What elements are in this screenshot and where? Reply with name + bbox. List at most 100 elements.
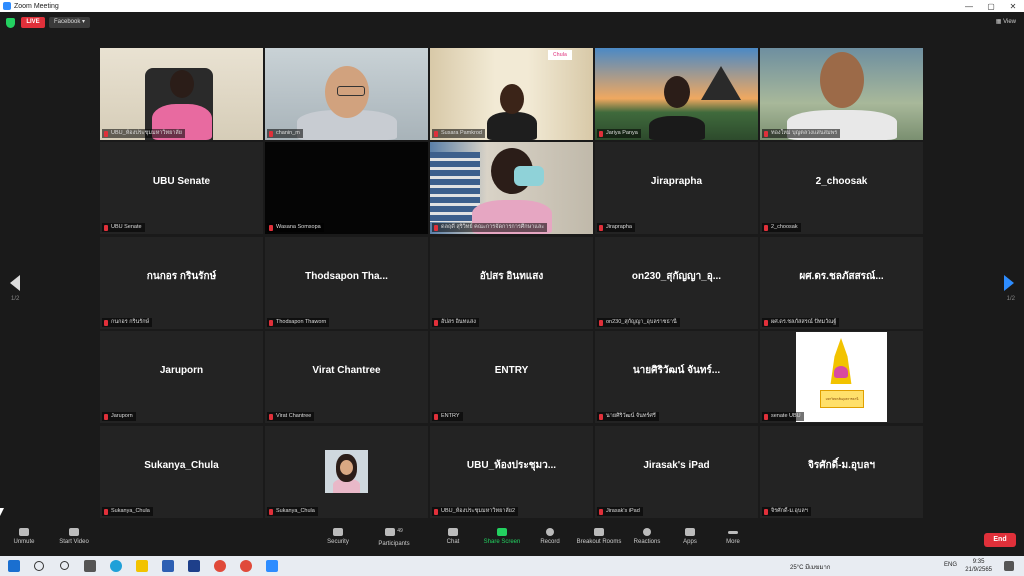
chat-bubble-icon — [448, 528, 458, 536]
smiley-icon — [643, 528, 651, 536]
participant-tile[interactable]: ENTRY ENTRY — [430, 331, 593, 423]
participant-tile[interactable]: Wasana Somsopa — [265, 142, 428, 234]
video-feed — [595, 48, 758, 140]
meeting-toolbar: Unmute Start Video Security 49 Participa… — [0, 524, 1024, 556]
record-button[interactable]: Record — [536, 528, 564, 545]
participant-name: อัปสร อินทแสง — [432, 318, 479, 327]
maximize-button[interactable]: ▢ — [980, 2, 1002, 11]
participant-display-name: Jirasak's iPad — [643, 459, 710, 471]
participant-display-name: ผศ.ดร.ชลภัสสรณ์... — [799, 270, 884, 282]
start-video-button[interactable]: Start Video — [56, 528, 92, 545]
security-button[interactable]: Security — [322, 528, 354, 545]
participant-display-name: ENTRY — [494, 364, 529, 376]
file-explorer-icon[interactable] — [136, 560, 148, 572]
participant-tile[interactable]: มหาวิทยาลัยอุบลราชธานี senate UBU — [760, 331, 923, 423]
shield-icon[interactable] — [6, 18, 15, 28]
participant-tile[interactable]: 2_choosak 2_choosak — [760, 142, 923, 234]
people-icon — [385, 528, 396, 536]
video-feed: Chula — [430, 48, 593, 140]
participant-tile[interactable]: ทองใหม่ บุญตลวงแสนสมพร — [760, 48, 923, 140]
participant-name: Jiraprapha — [597, 223, 635, 232]
participant-display-name: จิรศักดิ์-ม.อุบลฯ — [808, 459, 875, 471]
weather-widget[interactable]: 25°C มีเมฆมาก — [790, 562, 830, 572]
participant-tile[interactable]: จิรศักดิ์-ม.อุบลฯ จิรศักดิ์-ม.อุบลฯ — [760, 426, 923, 518]
profile-photo — [325, 450, 368, 493]
live-badge[interactable]: LIVE — [21, 17, 45, 28]
video-feed — [265, 48, 428, 140]
mouse-cursor-icon — [0, 508, 4, 516]
participant-name: Susara Pamkrod — [432, 129, 485, 138]
end-meeting-button[interactable]: End — [984, 533, 1016, 547]
participant-name: นายศิริวัฒน์ จันทร์ศรี — [597, 412, 659, 421]
participant-tile[interactable]: นายศิริวัฒน์ จันทร์... นายศิริวัฒน์ จันท… — [595, 331, 758, 423]
participant-tile[interactable]: อัปสร อินทแสง อัปสร อินทแสง — [430, 237, 593, 329]
participant-tile[interactable]: Thodsapon Tha... Thodsapon Thaworn — [265, 237, 428, 329]
breakout-rooms-button[interactable]: Breakout Rooms — [574, 528, 624, 545]
participant-tile[interactable]: Jirasak's iPad Jirasak's iPad — [595, 426, 758, 518]
chrome-icon[interactable] — [240, 560, 252, 572]
edge-browser-icon[interactable] — [110, 560, 122, 572]
unmute-button[interactable]: Unmute — [8, 528, 40, 545]
participant-display-name: Jaruporn — [159, 364, 204, 376]
participant-name: on230_สุกัญญา_อุบลราชธานี — [597, 318, 680, 327]
participant-tile[interactable]: Chula Susara Pamkrod — [430, 48, 593, 140]
participant-name: chanin_m — [267, 129, 303, 138]
participant-display-name: UBU Senate — [152, 175, 211, 187]
meeting-topbar: LIVE Facebook ▾ ▦ View — [0, 12, 1024, 34]
share-screen-button[interactable]: Share Screen — [482, 528, 522, 545]
chrome-icon[interactable] — [214, 560, 226, 572]
participant-tile[interactable]: UBU_ห้องประชุมว... UBU_ห้องประชุมมหาวิทย… — [430, 426, 593, 518]
participant-name: UBU_ห้องประชุมมหาวิทยาลัย — [102, 129, 186, 138]
participant-name: UBU_ห้องประชุมมหาวิทยาลัย2 — [432, 507, 519, 516]
close-button[interactable]: ✕ — [1002, 2, 1024, 11]
view-button[interactable]: ▦ View — [996, 18, 1016, 25]
participant-name: Thodsapon Thaworn — [267, 318, 330, 327]
chat-button[interactable]: Chat — [440, 528, 466, 545]
participant-tile-active-speaker[interactable]: chanin_m — [265, 48, 428, 140]
apps-button[interactable]: Apps — [680, 528, 700, 545]
notification-icon[interactable] — [1004, 561, 1014, 571]
previous-page-arrow-icon[interactable] — [10, 275, 20, 291]
breakout-rooms-icon — [594, 528, 604, 536]
language-indicator[interactable]: ENG — [944, 562, 957, 568]
participant-display-name: Thodsapon Tha... — [305, 270, 388, 282]
participant-tile[interactable]: Jaruporn Jaruporn — [100, 331, 263, 423]
participant-tile[interactable]: Virat Chantree Virat Chantree — [265, 331, 428, 423]
participant-tile[interactable]: UBU_ห้องประชุมมหาวิทยาลัย — [100, 48, 263, 140]
participant-tile[interactable]: Jiraprapha Jiraprapha — [595, 142, 758, 234]
shield-icon — [333, 528, 343, 536]
participant-tile[interactable]: กนกอร กรินรักษ์ กนกอร กรินรักษ์ — [100, 237, 263, 329]
video-grid: UBU_ห้องประชุมมหาวิทยาลัย chanin_m Chula… — [100, 48, 924, 520]
windows-start-icon[interactable] — [8, 560, 20, 572]
participant-name: Virat Chantree — [267, 412, 315, 421]
more-button[interactable]: More — [722, 528, 744, 545]
minimize-button[interactable]: — — [958, 2, 980, 11]
cortana-icon[interactable] — [60, 561, 69, 570]
participants-button[interactable]: 49 Participants — [374, 528, 414, 547]
participant-tile[interactable]: on230_สุกัญญา_อุ... on230_สุกัญญา_อุบลรา… — [595, 237, 758, 329]
participant-display-name: on230_สุกัญญา_อุ... — [631, 270, 722, 282]
reactions-button[interactable]: Reactions — [632, 528, 662, 545]
system-clock[interactable]: 9:35 21/9/2565 — [965, 558, 992, 574]
app-icon[interactable] — [188, 560, 200, 572]
next-page-arrow-icon[interactable] — [1004, 275, 1014, 291]
participant-tile[interactable]: Sukanya_Chula Sukanya_Chula — [100, 426, 263, 518]
task-view-icon[interactable] — [84, 560, 96, 572]
participant-name: senate UBU — [762, 412, 804, 421]
participant-tile[interactable]: Jariya Panya — [595, 48, 758, 140]
participant-tile[interactable]: ผศ.ดร.ชลภัสสรณ์... ผศ.ดร.ชลภัสสรณ์ ปัทมว… — [760, 237, 923, 329]
participant-tile[interactable]: UBU Senate UBU Senate — [100, 142, 263, 234]
mail-icon[interactable] — [162, 560, 174, 572]
participant-name: Sukanya_Chula — [267, 507, 318, 516]
apps-icon — [685, 528, 695, 536]
participant-tile[interactable]: ดลฤดี สุริวิทย์ คณะการจัดการการศึกษาและ — [430, 142, 593, 234]
participant-name: 2_choosak — [762, 223, 801, 232]
participant-name: ทองใหม่ บุญตลวงแสนสมพร — [762, 129, 841, 138]
participant-name: Wasana Somsopa — [267, 223, 324, 232]
page-indicator-right: 1/2 — [1006, 296, 1015, 302]
search-icon[interactable] — [34, 561, 44, 571]
participant-tile[interactable]: Sukanya_Chula — [265, 426, 428, 518]
zoom-taskbar-icon[interactable] — [266, 560, 278, 572]
stream-target-dropdown[interactable]: Facebook ▾ — [49, 17, 91, 28]
muted-microphone-icon — [19, 528, 29, 536]
